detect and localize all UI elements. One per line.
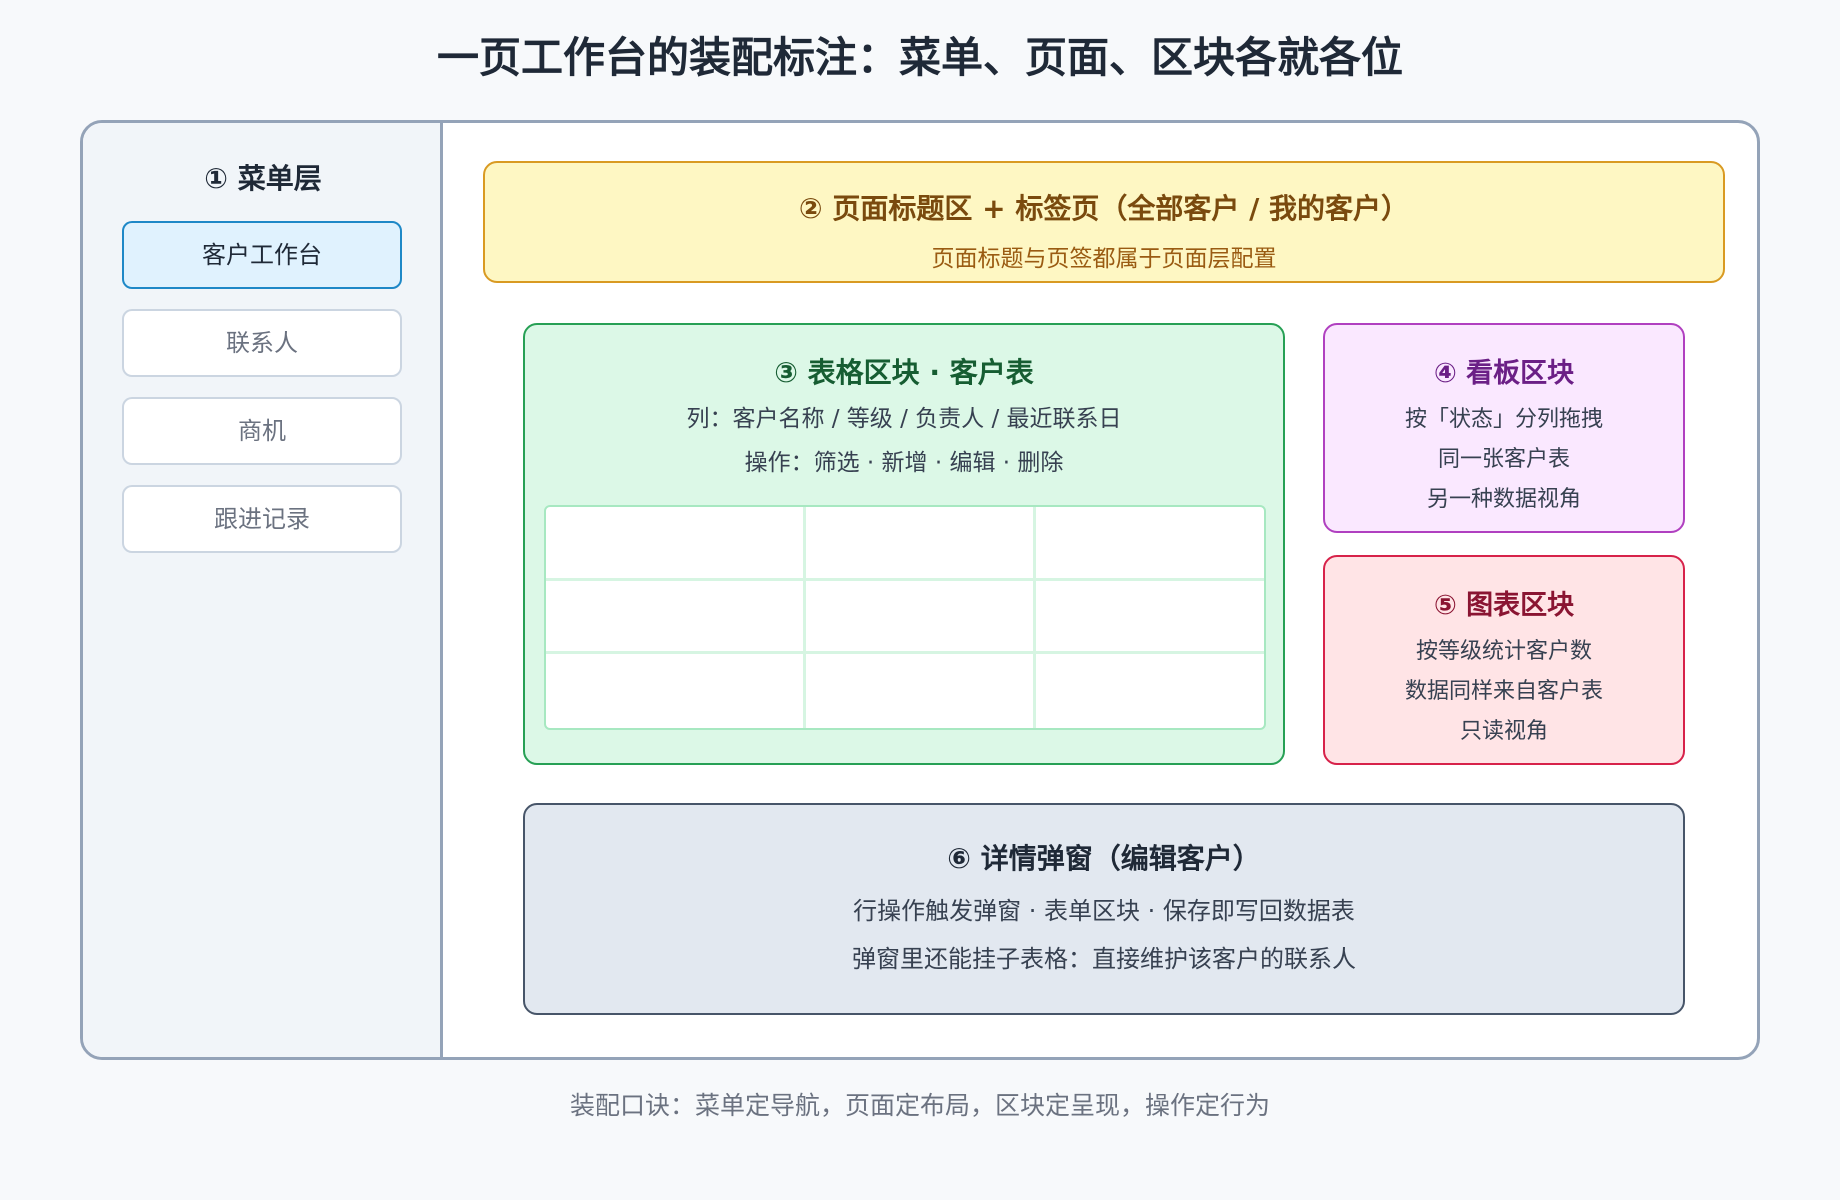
table-cell <box>806 507 1036 581</box>
table-cell <box>1036 654 1264 728</box>
assembly-mnemonic: 装配口诀：菜单定导航，页面定布局，区块定呈现，操作定行为 <box>569 1091 1270 1120</box>
table-cell <box>546 654 806 728</box>
kanban-line: 另一种数据视角 <box>1426 487 1581 512</box>
table-block-actions: 操作：筛选 · 新增 · 编辑 · 删除 <box>744 450 1064 476</box>
menu-item-customer-workbench[interactable]: 客户工作台 <box>122 221 402 289</box>
table-block: ③ 表格区块 · 客户表 列：客户名称 / 等级 / 负责人 / 最近联系日 操… <box>523 323 1285 765</box>
chart-line: 数据同样来自客户表 <box>1404 679 1603 704</box>
menu-layer-title: ① 菜单层 <box>204 162 322 195</box>
page-header-block: ② 页面标题区 + 标签页（全部客户 / 我的客户） 页面标题与页签都属于页面层… <box>483 161 1725 283</box>
detail-modal-title: ⑥ 详情弹窗（编辑客户） <box>947 842 1261 875</box>
table-cell <box>806 654 1036 728</box>
kanban-line: 同一张客户表 <box>1437 447 1570 472</box>
detail-modal-block: ⑥ 详情弹窗（编辑客户） 行操作触发弹窗 · 表单区块 · 保存即写回数据表 弹… <box>523 803 1685 1015</box>
workbench-frame: ① 菜单层 客户工作台 联系人 商机 跟进记录 ② 页面标题区 + 标签页（全部… <box>80 120 1760 1060</box>
kanban-block: ④ 看板区块 按「状态」分列拖拽 同一张客户表 另一种数据视角 <box>1323 323 1685 533</box>
menu-item-opportunities[interactable]: 商机 <box>122 397 402 465</box>
chart-block-title: ⑤ 图表区块 <box>1433 590 1575 621</box>
menu-item-follow-up-records[interactable]: 跟进记录 <box>122 485 402 553</box>
table-cell <box>1036 581 1264 655</box>
page-header-title: ② 页面标题区 + 标签页（全部客户 / 我的客户） <box>798 192 1410 225</box>
table-cell <box>806 580 1036 655</box>
table-cell <box>1036 507 1264 581</box>
table-block-columns: 列：客户名称 / 等级 / 负责人 / 最近联系日 <box>686 406 1122 432</box>
chart-line: 只读视角 <box>1459 719 1548 744</box>
chart-line: 按等级统计客户数 <box>1415 639 1592 664</box>
kanban-block-title: ④ 看板区块 <box>1433 358 1575 389</box>
detail-modal-line: 弹窗里还能挂子表格：直接维护该客户的联系人 <box>852 945 1356 973</box>
table-cell <box>546 580 806 655</box>
chart-block: ⑤ 图表区块 按等级统计客户数 数据同样来自客户表 只读视角 <box>1323 555 1685 765</box>
diagram-title: 一页工作台的装配标注：菜单、页面、区块各就各位 <box>436 33 1403 82</box>
page-header-subtitle: 页面标题与页签都属于页面层配置 <box>931 246 1277 272</box>
detail-modal-line: 行操作触发弹窗 · 表单区块 · 保存即写回数据表 <box>853 897 1355 925</box>
table-placeholder-grid <box>544 505 1266 730</box>
table-block-title: ③ 表格区块 · 客户表 <box>774 356 1034 389</box>
table-cell <box>546 507 806 581</box>
menu-item-contacts[interactable]: 联系人 <box>122 309 402 377</box>
menu-layer-sidebar: ① 菜单层 客户工作台 联系人 商机 跟进记录 <box>83 123 443 1057</box>
kanban-line: 按「状态」分列拖拽 <box>1404 407 1603 432</box>
